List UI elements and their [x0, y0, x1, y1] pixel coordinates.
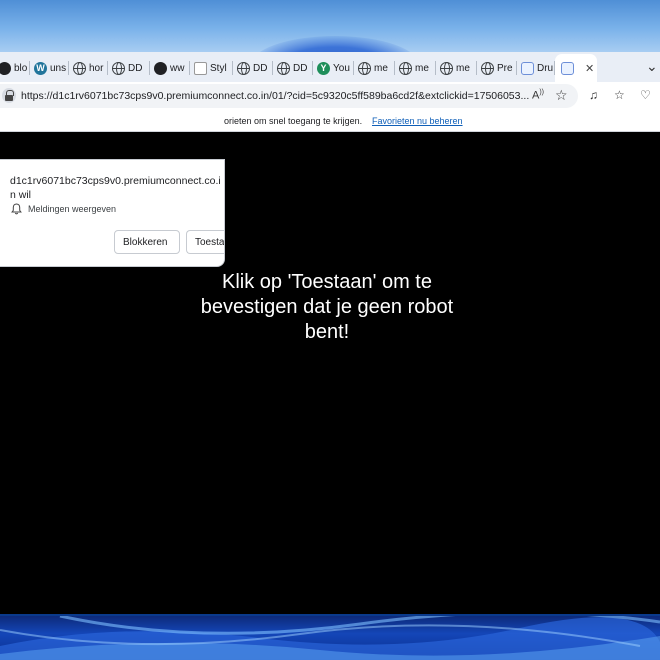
- browser-tab[interactable]: ww: [150, 56, 190, 80]
- browser-tab[interactable]: me: [436, 56, 477, 80]
- tab-label: Styl: [210, 62, 227, 74]
- desktop-wallpaper-top: [0, 0, 660, 52]
- block-button[interactable]: Blokkeren: [114, 230, 180, 254]
- popup-site-text: d1c1rv6071bc73cps9v0.premiumconnect.co.i…: [10, 175, 221, 201]
- browser-tab[interactable]: Dru: [517, 56, 555, 80]
- tab-label: me: [374, 62, 388, 74]
- tab-active[interactable]: ✕: [555, 54, 597, 82]
- tab-label: me: [456, 62, 470, 74]
- browser-tab[interactable]: Wuns: [30, 56, 69, 80]
- tab-label: DD: [293, 62, 308, 74]
- tab-label: Pre: [497, 62, 513, 74]
- tab-favicon-icon: [440, 61, 453, 75]
- wallpaper-ribbons: [0, 616, 660, 660]
- tab-label: hor: [89, 62, 104, 74]
- tab-favicon-icon: [112, 61, 125, 75]
- permission-text: Meldingen weergeven: [28, 204, 117, 214]
- tab-favicon-icon: [73, 61, 86, 75]
- tab-favicon-icon: [521, 61, 534, 75]
- close-tab-icon[interactable]: ✕: [585, 62, 594, 75]
- browser-essentials-icon[interactable]: ♡: [640, 88, 651, 102]
- tab-favicon-icon: [154, 61, 167, 75]
- tab-favicon-icon: [0, 61, 11, 75]
- tab-favicon-icon: Y: [317, 61, 330, 75]
- browser-tab[interactable]: Y You: [313, 56, 354, 80]
- notification-permission-popup: d1c1rv6071bc73cps9v0.premiumconnect.co.i…: [0, 159, 225, 267]
- browser-tab[interactable]: DD: [108, 56, 150, 80]
- tab-favicon-icon: [399, 61, 412, 75]
- url-text[interactable]: https://d1c1rv6071bc73cps9v0.premiumconn…: [21, 90, 529, 102]
- tab-favicon-icon: [277, 61, 290, 75]
- browser-tab[interactable]: Styl: [190, 56, 233, 80]
- browser-tab[interactable]: hor: [69, 56, 108, 80]
- tab-actions-icon[interactable]: ⌄: [646, 58, 658, 75]
- read-aloud-icon[interactable]: A)): [532, 89, 544, 102]
- address-bar[interactable]: https://d1c1rv6071bc73cps9v0.premiumconn…: [0, 84, 578, 108]
- browser-tab[interactable]: DD: [273, 56, 313, 80]
- browser-tab[interactable]: me: [354, 56, 395, 80]
- allow-button[interactable]: Toestaan: [186, 230, 224, 254]
- wallpaper-bloom: [250, 36, 420, 52]
- browser-tab[interactable]: DD: [233, 56, 273, 80]
- tab-label: You: [333, 62, 350, 74]
- browser-tab[interactable]: Pre: [477, 56, 517, 80]
- browser-window: + ⌄ bloWunshorDDwwStylDDDDYYoumememePreD…: [0, 52, 660, 614]
- tab-label: me: [415, 62, 429, 74]
- tab-favicon-icon: [194, 61, 207, 75]
- tab-label: blo: [14, 62, 28, 74]
- favorites-icon[interactable]: ☆: [614, 88, 625, 102]
- tab-label: uns: [50, 62, 67, 74]
- tab-favicon-icon: [561, 61, 574, 75]
- tab-favicon-icon: [358, 61, 371, 75]
- manage-favorites-link[interactable]: Favorieten nu beheren: [372, 116, 463, 126]
- site-info-lock-icon[interactable]: [2, 88, 16, 103]
- tab-strip: + ⌄ bloWunshorDDwwStylDDDDYYoumememePreD…: [0, 52, 660, 82]
- address-toolbar: https://d1c1rv6071bc73cps9v0.premiumconn…: [0, 82, 660, 110]
- captcha-message: Klik op 'Toestaan' om te bevestigen dat …: [200, 271, 454, 343]
- tab-label: Dru: [537, 62, 554, 74]
- desktop-wallpaper-bottom: [0, 616, 660, 660]
- add-favorite-star-icon[interactable]: ☆: [555, 87, 568, 104]
- bell-icon: [11, 203, 22, 215]
- favorites-bar: orieten om snel toegang te krijgen. Favo…: [0, 110, 660, 132]
- tab-label: ww: [170, 62, 185, 74]
- tab-label: DD: [253, 62, 268, 74]
- tab-favicon-icon: W: [34, 61, 47, 75]
- tab-favicon-icon: [237, 61, 250, 75]
- tab-label: DD: [128, 62, 143, 74]
- media-icon[interactable]: ♫: [589, 88, 598, 102]
- browser-tab[interactable]: me: [395, 56, 436, 80]
- browser-tab[interactable]: blo: [0, 56, 30, 80]
- favorites-bar-hint: orieten om snel toegang te krijgen.: [224, 116, 363, 126]
- tab-favicon-icon: [481, 61, 494, 75]
